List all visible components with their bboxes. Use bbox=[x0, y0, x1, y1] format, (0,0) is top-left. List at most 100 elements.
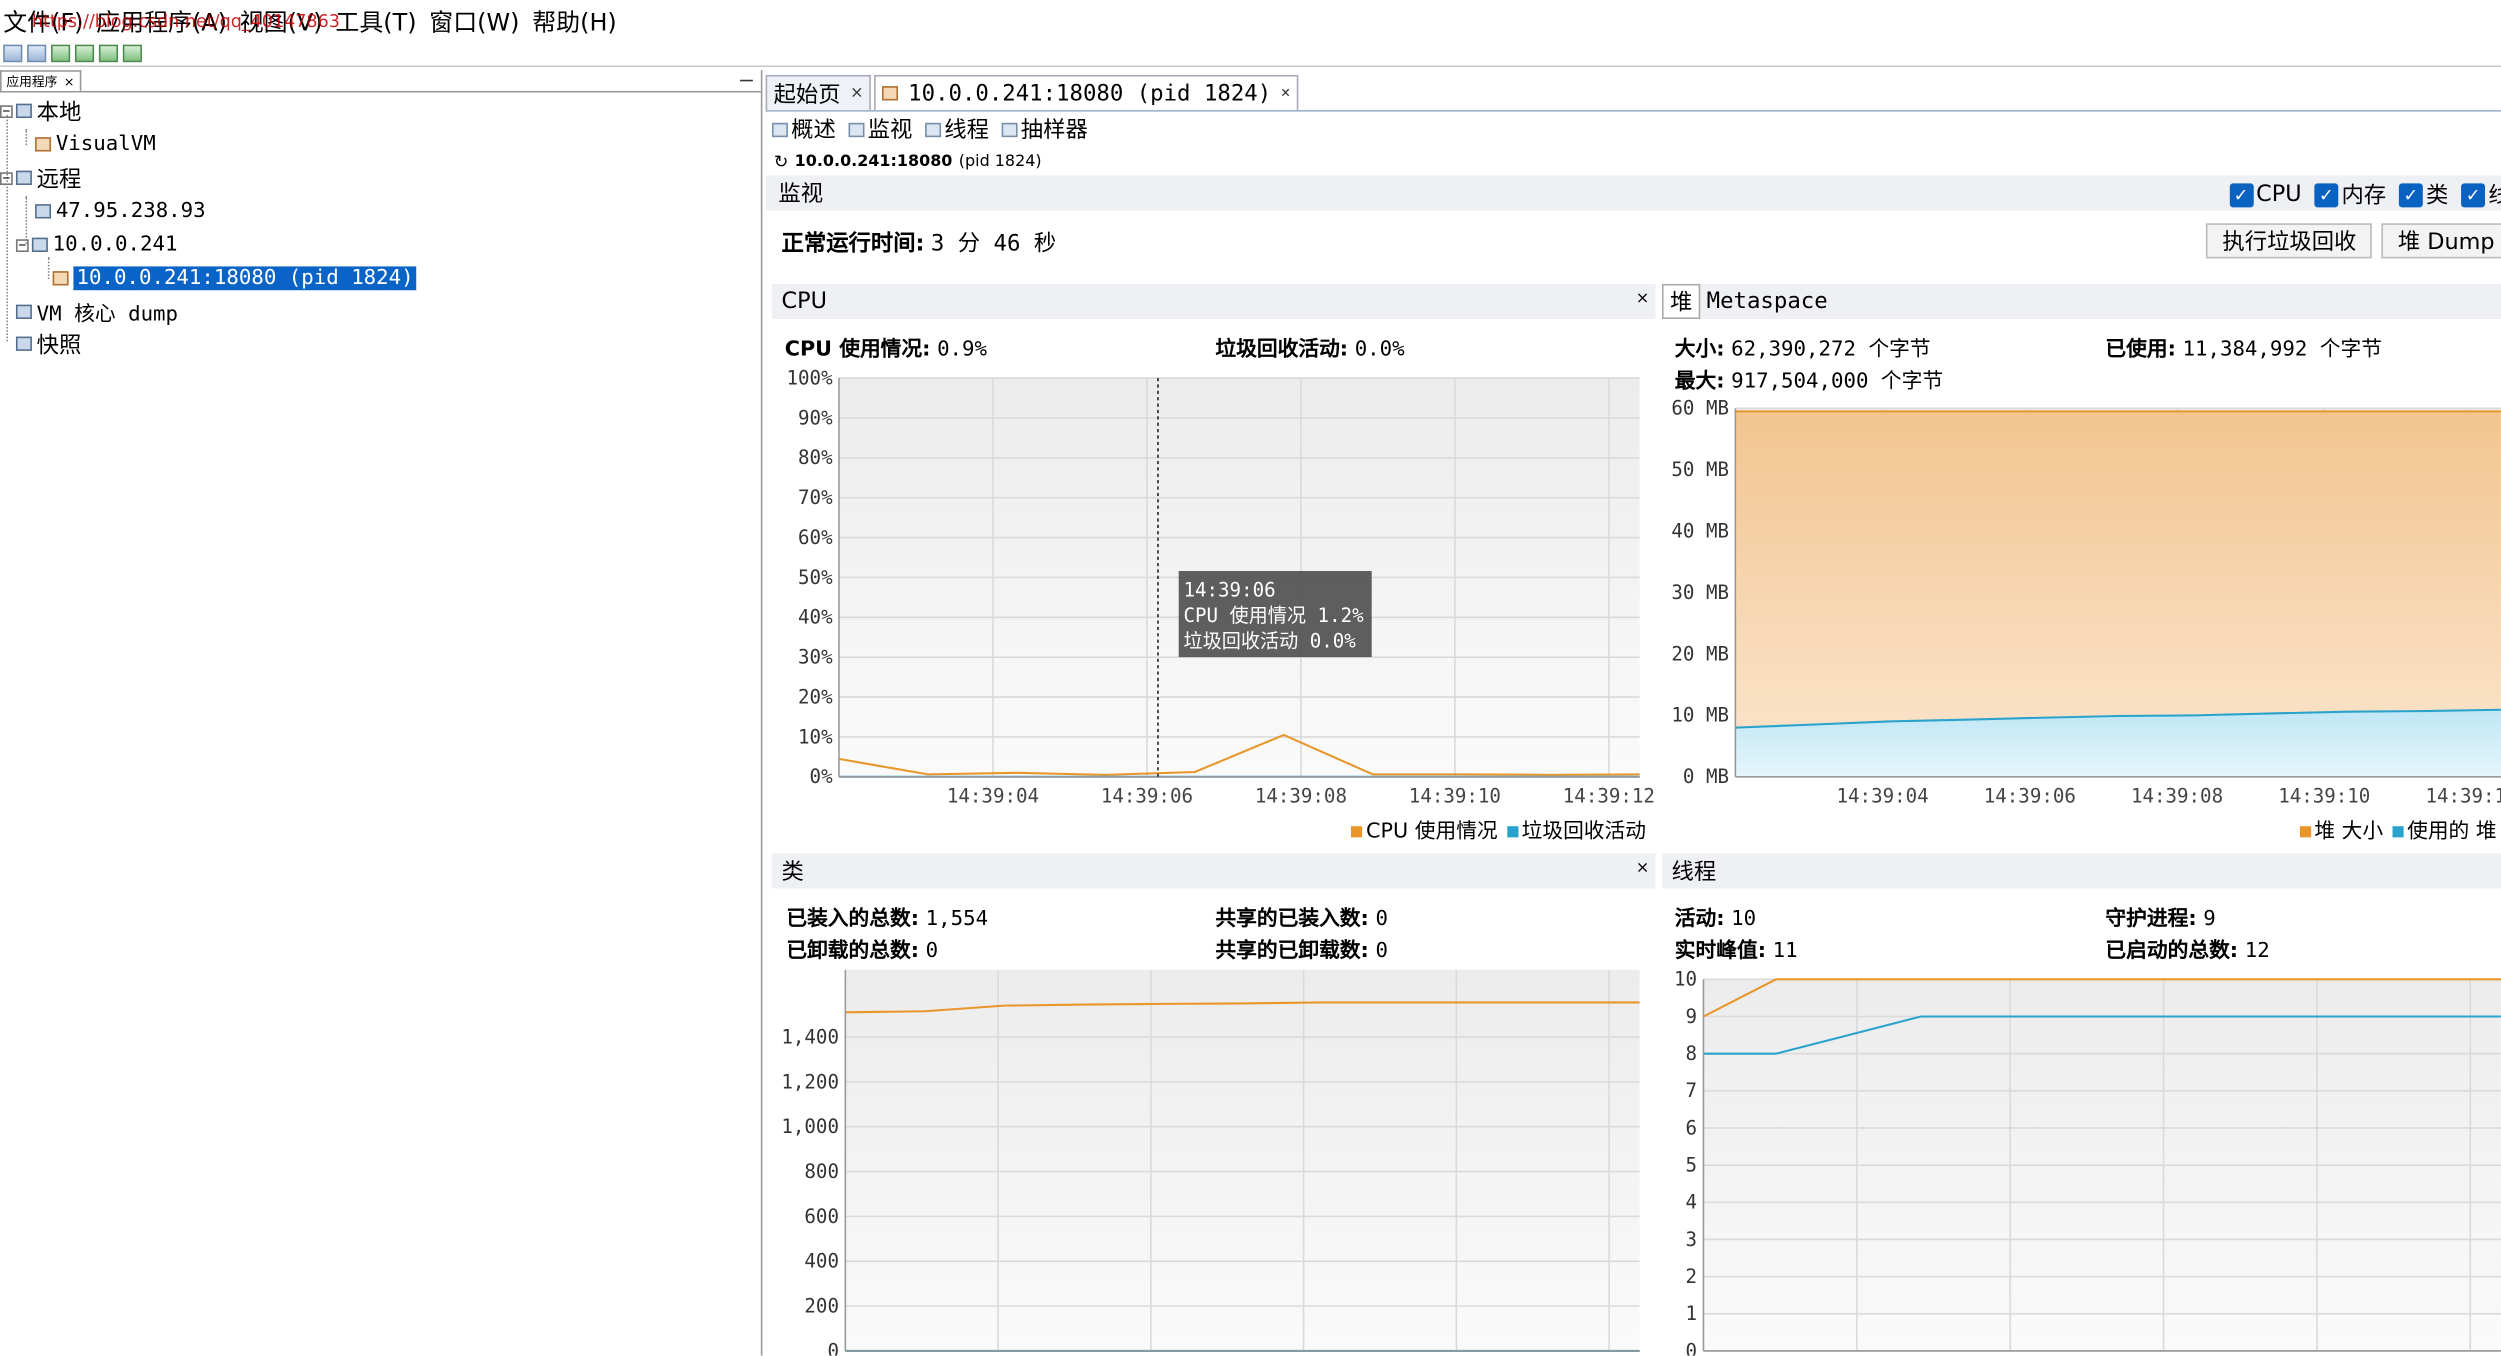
add-jmx-icon[interactable] bbox=[51, 44, 71, 63]
menu-help[interactable]: 帮助(H) bbox=[529, 4, 620, 37]
add-host-icon[interactable] bbox=[74, 44, 95, 63]
application-icon bbox=[35, 137, 52, 152]
tooltip-gc: 垃圾回收活动 0.0% bbox=[1183, 630, 1356, 653]
tab-overview[interactable]: 概述 bbox=[771, 113, 836, 145]
tree-node-jmx-connection[interactable]: 10.0.0.241:18080 (pid 1824) bbox=[52, 263, 419, 293]
view-tabs: 概述 监视 线程 抽样器 bbox=[766, 112, 2501, 147]
y-tick-label: 8 bbox=[1686, 1042, 1698, 1065]
x-tick-label: 14:39:08 bbox=[1255, 784, 1347, 807]
y-tick-label: 7 bbox=[1686, 1079, 1698, 1102]
heap-chart: 0 MB 10 MB 20 MB 30 MB 40 MB 50 MB 60 MB 14:39:… bbox=[1671, 397, 2501, 807]
plot-background bbox=[845, 969, 1640, 1351]
y-tick-label: 100% bbox=[787, 366, 834, 389]
check-icon: ✓ bbox=[2461, 182, 2486, 207]
tab-heap[interactable]: 堆 bbox=[1661, 283, 1701, 319]
y-tick-label: 10 MB bbox=[1671, 704, 1729, 727]
collapse-icon[interactable]: − bbox=[0, 171, 13, 185]
y-tick-label: 0% bbox=[810, 765, 834, 788]
x-tick-label: 14:39:10 bbox=[1409, 784, 1501, 807]
y-tick-label: 80% bbox=[798, 446, 833, 469]
x-tick-label: 14:39:12 bbox=[1563, 784, 1655, 807]
legend-heap-size: 堆 大小 bbox=[2299, 813, 2383, 844]
sampler-icon bbox=[1001, 122, 1018, 137]
minimize-icon[interactable] bbox=[740, 79, 753, 82]
menu-tools[interactable]: 工具(T) bbox=[332, 4, 420, 37]
x-tick-label: 14:39:10 bbox=[2278, 784, 2370, 807]
y-tick-label: 1,400 bbox=[781, 1025, 839, 1048]
collapse-icon[interactable]: − bbox=[0, 104, 13, 118]
host-name: 10.0.0.241:18080 bbox=[794, 152, 953, 170]
tab-jmx-application[interactable]: 10.0.0.241:18080 (pid 1824) × bbox=[874, 74, 1299, 111]
threads-chart: 0 1 2 3 4 5 6 7 8 9 10 bbox=[1674, 968, 2501, 1356]
classes-panel: 类 × 已装入的总数: 1,554 共享的已装入数: 0 已卸载的总数: 0 共享… bbox=[771, 853, 1656, 1356]
tree-node-host-2[interactable]: −10.0.0.241 bbox=[15, 230, 178, 260]
collapse-icon[interactable]: − bbox=[15, 238, 29, 252]
y-tick-label: 3 bbox=[1686, 1228, 1698, 1251]
tab-threads[interactable]: 线程 bbox=[925, 113, 989, 145]
y-tick-label: 70% bbox=[798, 486, 833, 509]
y-tick-label: 50 MB bbox=[1671, 458, 1729, 481]
tab-sampler[interactable]: 抽样器 bbox=[1001, 113, 1088, 145]
heap-dump-button[interactable]: 堆 Dump bbox=[2381, 223, 2501, 259]
y-tick-label: 400 bbox=[804, 1250, 839, 1273]
tree-node-remote[interactable]: − 远程 bbox=[0, 163, 81, 193]
overview-icon bbox=[771, 122, 788, 137]
uptime-row: 正常运行时间: 3 分 46 秒 执行垃圾回收 堆 Dump bbox=[766, 211, 2501, 275]
y-tick-label: 4 bbox=[1686, 1191, 1698, 1214]
save-icon[interactable] bbox=[27, 44, 47, 63]
legend-heap-used: 使用的 堆 bbox=[2392, 813, 2497, 844]
y-tick-label: 50% bbox=[798, 566, 833, 589]
tree-node-visualvm[interactable]: VisualVM bbox=[35, 129, 156, 159]
monitor-title: 监视 bbox=[778, 181, 824, 208]
add-snapshot-icon[interactable] bbox=[122, 44, 142, 63]
y-tick-label: 60% bbox=[798, 526, 833, 549]
y-tick-label: 1,000 bbox=[781, 1115, 839, 1138]
tab-start-page[interactable]: 起始页 × bbox=[765, 74, 872, 111]
x-tick-label: 14:39:04 bbox=[1837, 784, 1929, 807]
tooltip-cpu: CPU 使用情况 1.2% bbox=[1183, 604, 1364, 627]
y-tick-label: 2 bbox=[1686, 1265, 1698, 1288]
add-coredump-icon[interactable] bbox=[98, 44, 119, 63]
java-app-icon bbox=[52, 271, 69, 286]
perform-gc-button[interactable]: 执行垃圾回收 bbox=[2206, 223, 2373, 259]
tree-node-local[interactable]: − 本地 bbox=[0, 96, 81, 126]
toolbar bbox=[0, 41, 2501, 67]
y-tick-label: 800 bbox=[804, 1160, 839, 1183]
y-tick-label: 20% bbox=[798, 685, 833, 708]
cpu-checkbox[interactable]: ✓ CPU bbox=[2229, 182, 2302, 207]
host-pid: (pid 1824) bbox=[958, 152, 1042, 170]
check-icon: ✓ bbox=[2398, 182, 2423, 207]
tab-metaspace[interactable]: Metaspace bbox=[1707, 289, 1828, 315]
tab-monitor[interactable]: 监视 bbox=[848, 113, 912, 145]
y-tick-label: 10 bbox=[1674, 968, 1697, 991]
tree-node-host-1[interactable]: 47.95.238.93 bbox=[35, 196, 206, 226]
applications-tab[interactable]: 应用程序 × bbox=[0, 70, 81, 91]
tooltip-time: 14:39:06 bbox=[1183, 579, 1275, 602]
y-tick-label: 0 MB bbox=[1683, 765, 1729, 788]
visualvm-window: 文件(F) 应用程序(A) 视图(V) 工具(T) 窗口(W) 帮助(H) ht… bbox=[0, 0, 2501, 1356]
classes-chart: 0 200 400 600 800 1,000 1,200 1,400 bbox=[781, 969, 1640, 1356]
computer-icon bbox=[15, 103, 32, 119]
y-tick-label: 5 bbox=[1686, 1154, 1698, 1177]
memory-checkbox[interactable]: ✓ 内存 bbox=[2314, 179, 2386, 211]
menu-window[interactable]: 窗口(W) bbox=[426, 4, 523, 37]
menubar: 文件(F) 应用程序(A) 视图(V) 工具(T) 窗口(W) 帮助(H) bbox=[0, 0, 2501, 42]
y-tick-label: 30% bbox=[798, 646, 833, 669]
x-tick-label: 14:39:08 bbox=[2131, 784, 2223, 807]
close-icon[interactable]: × bbox=[64, 74, 75, 88]
close-icon[interactable]: × bbox=[1636, 860, 1649, 878]
close-icon[interactable]: × bbox=[1636, 290, 1649, 308]
cpu-panel: CPU × CPU 使用情况: 0.9% 垃圾回收活动: 0.0% 0% 10% 20… bbox=[771, 283, 1656, 846]
monitor-header: 监视 ✓CPU ✓内存 ✓类 ✓线程 bbox=[765, 175, 2501, 211]
tree-node-snapshots[interactable]: 快照 bbox=[15, 329, 81, 359]
open-icon[interactable] bbox=[3, 44, 23, 63]
host-line: ↻ 10.0.0.241:18080 (pid 1824) bbox=[766, 147, 2501, 176]
y-tick-label: 60 MB bbox=[1671, 397, 1729, 420]
close-icon[interactable]: × bbox=[1281, 85, 1291, 103]
classes-panel-title: 类 bbox=[781, 859, 804, 886]
threads-checkbox[interactable]: ✓线程 bbox=[2461, 179, 2501, 211]
legend-cpu: CPU 使用情况 bbox=[1351, 813, 1498, 844]
classes-checkbox[interactable]: ✓ 类 bbox=[2398, 179, 2448, 211]
close-icon[interactable]: × bbox=[850, 85, 863, 103]
tree-node-coredump[interactable]: VM 核心 dump bbox=[15, 297, 178, 327]
